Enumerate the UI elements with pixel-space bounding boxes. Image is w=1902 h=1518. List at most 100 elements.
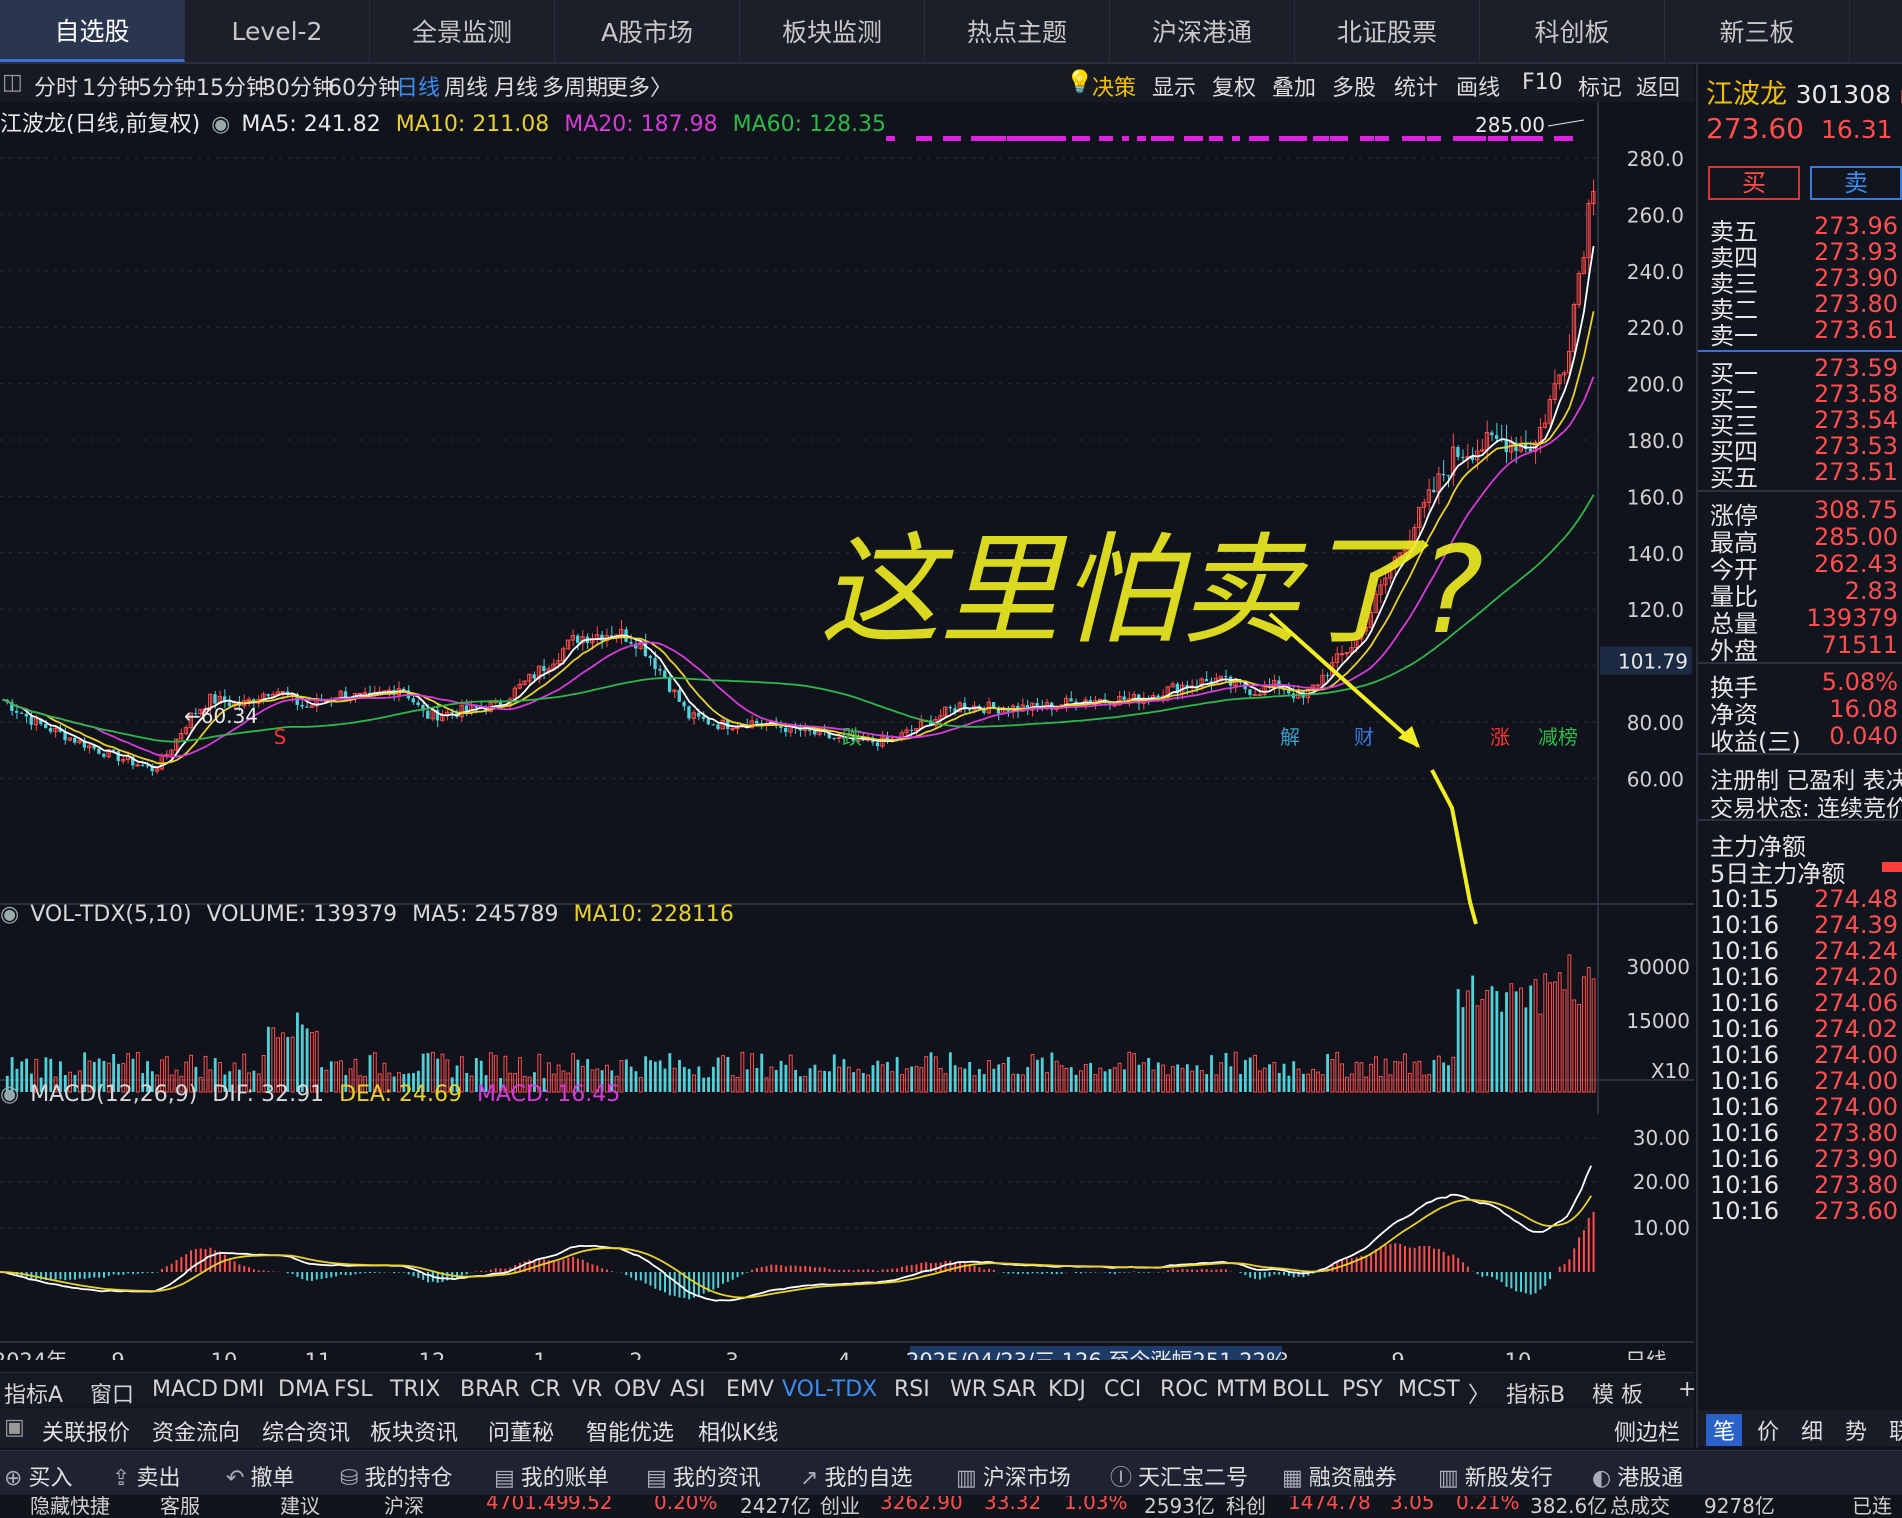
status-item-2[interactable]: 建议 — [280, 1496, 320, 1518]
period-10[interactable]: 更多〉 — [606, 70, 672, 102]
sidebar-button[interactable]: 侧边栏 — [1614, 1415, 1680, 1447]
indicator-14[interactable]: RSI — [894, 1377, 930, 1402]
tool-3[interactable]: ⛁ 我的持仓 — [340, 1460, 452, 1492]
indicator-0[interactable]: 指标A — [4, 1377, 63, 1409]
tab-9[interactable]: 新三板 — [1665, 0, 1850, 62]
macd-settings-icon[interactable]: ◉ — [0, 1082, 19, 1107]
status-item-0[interactable]: 隐藏快捷 — [30, 1496, 110, 1518]
indicator-16[interactable]: SAR — [992, 1377, 1037, 1402]
chart-tool-6[interactable]: 画线 — [1456, 70, 1500, 102]
period-5[interactable]: 60分钟 — [328, 70, 400, 102]
period-4[interactable]: 30分钟 — [262, 70, 334, 102]
tab-8[interactable]: 科创板 — [1480, 0, 1665, 62]
indicator-21[interactable]: BOLL — [1272, 1377, 1329, 1402]
chart-tool-3[interactable]: 叠加 — [1272, 70, 1316, 102]
indicator-6[interactable]: TRIX — [390, 1377, 440, 1402]
indicator-25[interactable]: 指标B — [1506, 1377, 1565, 1409]
sub-tab-4[interactable]: 问董秘 — [488, 1415, 554, 1447]
tool-1[interactable]: ⇪ 卖出 — [112, 1460, 180, 1492]
tab-4[interactable]: 板块监测 — [740, 0, 925, 62]
chart-tool-4[interactable]: 多股 — [1332, 70, 1376, 102]
indicator-7[interactable]: BRAR — [460, 1377, 520, 1402]
sub-tab-0[interactable]: 关联报价 — [42, 1415, 130, 1447]
chart-tool-8[interactable]: 标记 — [1578, 70, 1622, 102]
indicator-23[interactable]: MCST — [1398, 1377, 1460, 1402]
indicator-19[interactable]: ROC — [1160, 1377, 1208, 1402]
sub-tabs-toggle-icon[interactable]: ▣ — [4, 1415, 25, 1440]
period-1[interactable]: 1分钟 — [82, 70, 140, 102]
volume-bar — [668, 1053, 672, 1092]
indicator-3[interactable]: DMI — [222, 1377, 264, 1402]
tab-1[interactable]: Level-2 — [185, 0, 370, 62]
chart-tool-9[interactable]: 返回 — [1636, 70, 1680, 102]
chart-tool-5[interactable]: 统计 — [1394, 70, 1438, 102]
indicator-9[interactable]: VR — [572, 1377, 602, 1402]
tab-6[interactable]: 沪深港通 — [1110, 0, 1295, 62]
tool-9[interactable]: ▦ 融资融券 — [1282, 1460, 1397, 1492]
indicator-4[interactable]: DMA — [278, 1377, 329, 1402]
chart-tool-7[interactable]: F10 — [1522, 70, 1563, 95]
period-0[interactable]: 分时 — [34, 70, 78, 102]
indicator-20[interactable]: MTM — [1216, 1377, 1267, 1402]
tool-6[interactable]: ↗ 我的自选 — [800, 1460, 912, 1492]
period-7[interactable]: 周线 — [444, 70, 488, 102]
period-2[interactable]: 5分钟 — [138, 70, 196, 102]
indicator-10[interactable]: OBV — [614, 1377, 661, 1402]
tab-3[interactable]: A股市场 — [555, 0, 740, 62]
period-6[interactable]: 日线 — [396, 70, 440, 102]
buy-button[interactable]: 买 — [1708, 166, 1800, 200]
indicator-22[interactable]: PSY — [1342, 1377, 1383, 1402]
indicator-2[interactable]: MACD — [152, 1377, 218, 1402]
tool-8[interactable]: Ⓘ 天汇宝二号 — [1110, 1460, 1248, 1492]
sub-tab-5[interactable]: 智能优选 — [586, 1415, 674, 1447]
decision-bulb-icon[interactable]: 💡 — [1066, 70, 1093, 95]
chart-tool-2[interactable]: 复权 — [1212, 70, 1256, 102]
period-9[interactable]: 多周期 — [542, 70, 608, 102]
sub-tab-6[interactable]: 相似K线 — [698, 1415, 778, 1447]
sub-tab-3[interactable]: 板块资讯 — [370, 1415, 458, 1447]
tool-0[interactable]: ⊕ 买入 — [4, 1460, 72, 1492]
panel-tab-2[interactable]: 细 — [1794, 1414, 1830, 1446]
macd-histogram-bar — [591, 1264, 594, 1272]
indicator-24[interactable]: 〉 — [1468, 1377, 1490, 1409]
sub-tab-2[interactable]: 综合资讯 — [262, 1415, 350, 1447]
tab-0[interactable]: 自选股 — [0, 0, 185, 62]
indicator-15[interactable]: WR — [950, 1377, 987, 1402]
tool-2[interactable]: ↶ 撤单 — [226, 1460, 294, 1492]
tool-7[interactable]: ▥ 沪深市场 — [956, 1460, 1071, 1492]
panel-tab-4[interactable]: 联 — [1882, 1414, 1902, 1446]
indicator-17[interactable]: KDJ — [1048, 1377, 1086, 1402]
indicator-26[interactable]: 模 板 — [1592, 1377, 1643, 1409]
indicator-1[interactable]: 窗口 — [90, 1377, 134, 1409]
indicator-18[interactable]: CCI — [1104, 1377, 1141, 1402]
kline-chart-area[interactable]: 280.0 260.0 240.0 220.0 200.0 180.0 160.0 140.0… — [0, 102, 1694, 1376]
panel-tab-3[interactable]: 势 — [1838, 1414, 1874, 1446]
indicator-13[interactable]: VOL-TDX — [782, 1377, 877, 1402]
tab-2[interactable]: 全景监测 — [370, 0, 555, 62]
indicator-12[interactable]: EMV — [726, 1377, 774, 1402]
tool-10[interactable]: ▥ 新股发行 — [1438, 1460, 1553, 1492]
ma-toggle-icon[interactable]: ◉ — [211, 112, 230, 137]
vol-settings-icon[interactable]: ◉ — [0, 902, 19, 927]
indicator-8[interactable]: CR — [530, 1377, 561, 1402]
ask-row[interactable]: 卖一 273.61 — [1710, 316, 1902, 350]
tool-11[interactable]: ◐ 港股通 — [1592, 1460, 1683, 1492]
indicator-27[interactable]: + — [1678, 1377, 1696, 1402]
indicator-11[interactable]: ASI — [670, 1377, 706, 1402]
chart-tool-0[interactable]: 决策 — [1092, 70, 1136, 102]
indicator-5[interactable]: FSL — [334, 1377, 373, 1402]
tool-5[interactable]: ▤ 我的资讯 — [646, 1460, 761, 1492]
chart-tool-1[interactable]: 显示 — [1152, 70, 1196, 102]
panel-tab-0[interactable]: 笔 — [1706, 1414, 1742, 1446]
period-8[interactable]: 月线 — [494, 70, 538, 102]
panel-tab-1[interactable]: 价 — [1750, 1414, 1786, 1446]
tool-4[interactable]: ▤ 我的账单 — [494, 1460, 609, 1492]
status-item-1[interactable]: 客服 — [160, 1496, 200, 1518]
sell-button[interactable]: 卖 — [1810, 166, 1902, 200]
layout-toggle-icon[interactable]: ◫ — [2, 70, 23, 95]
bid-row[interactable]: 买五 273.51 — [1710, 458, 1902, 492]
tab-7[interactable]: 北证股票 — [1295, 0, 1480, 62]
tab-5[interactable]: 热点主题 — [925, 0, 1110, 62]
sub-tab-1[interactable]: 资金流向 — [152, 1415, 240, 1447]
period-3[interactable]: 15分钟 — [196, 70, 268, 102]
